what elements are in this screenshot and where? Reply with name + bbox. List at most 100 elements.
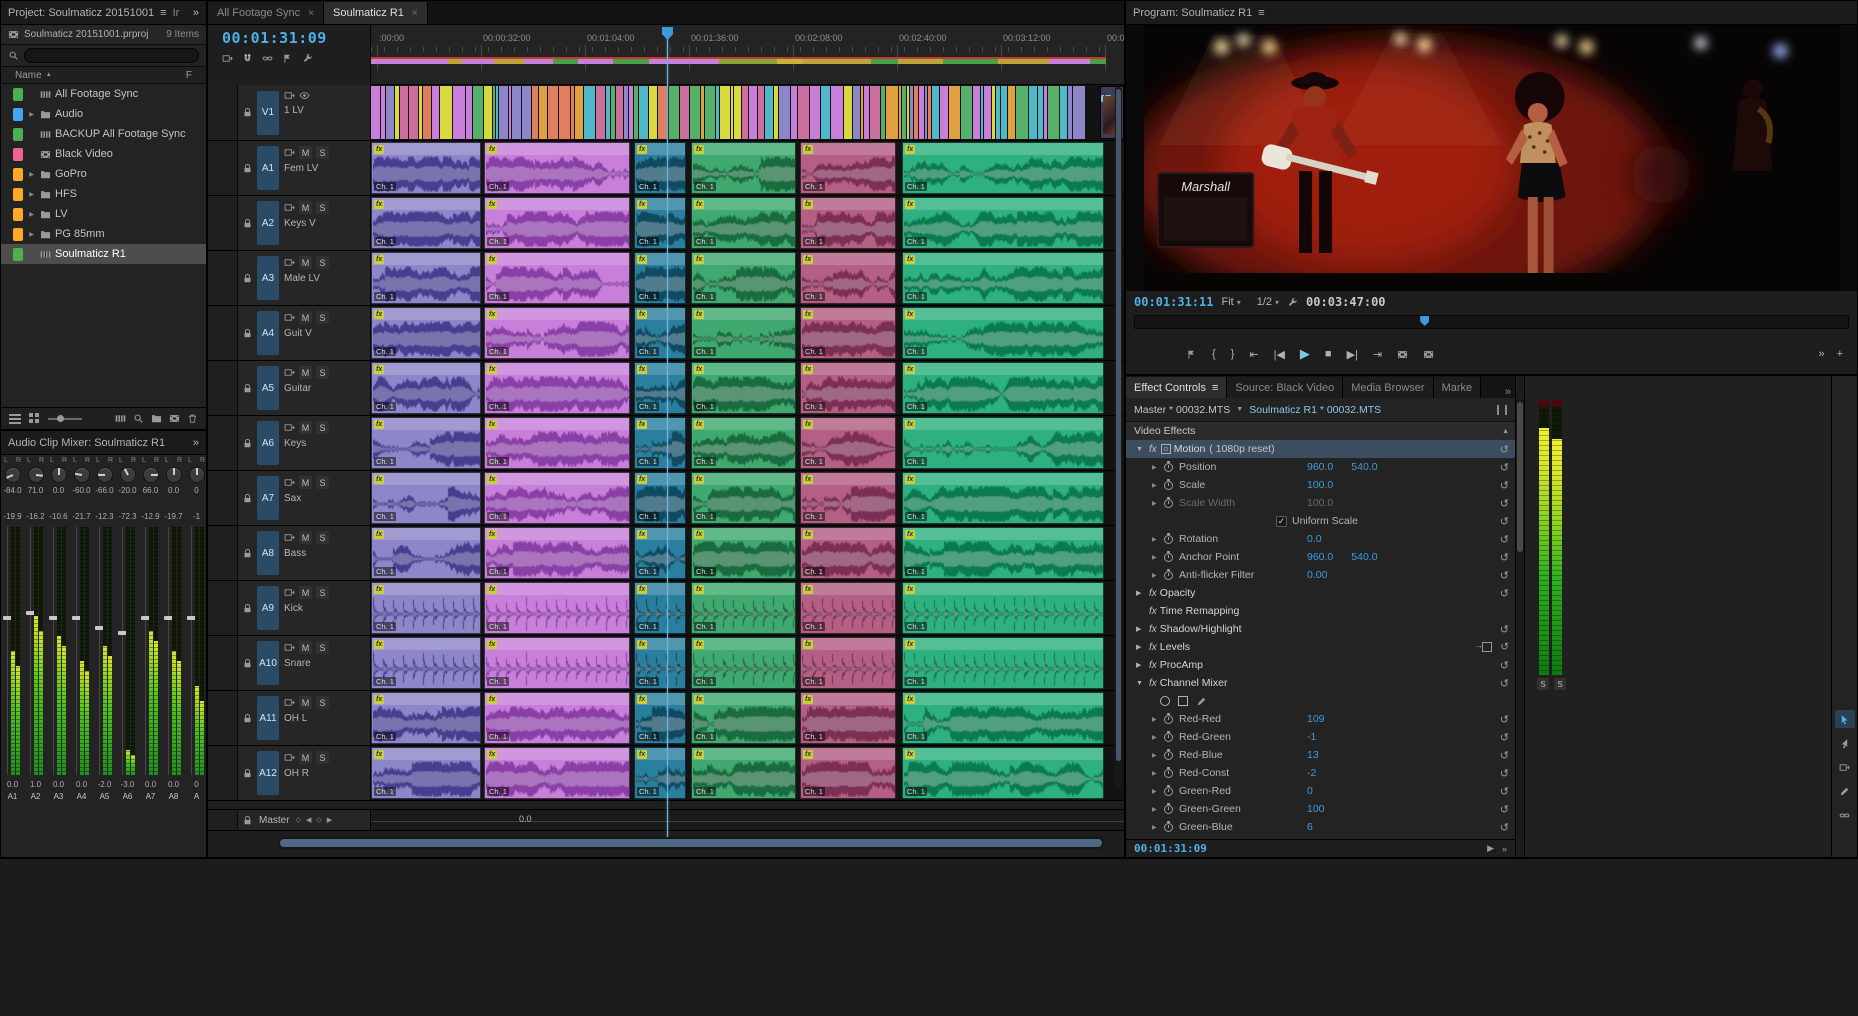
keyframe-add-icon[interactable] [296, 816, 301, 824]
effect-row[interactable]: fxLevels [1126, 638, 1515, 656]
stopwatch-icon[interactable] [1164, 823, 1173, 832]
volume-value[interactable]: 0.0 [76, 779, 87, 791]
timeline-clip[interactable]: fxCh. 1 [800, 252, 896, 304]
project-file-row[interactable]: Soulmaticz 20151001.prproj 9 Items [1, 25, 206, 45]
stop-icon[interactable] [1325, 348, 1332, 360]
timeline-clip[interactable]: fxCh. 1 [902, 472, 1104, 524]
v1-clip[interactable] [639, 86, 648, 139]
track-content[interactable]: fxCh. 1fxCh. 1fxCh. 1fxCh. 1fxCh. 1fxCh.… [371, 251, 1124, 305]
fader-area[interactable] [139, 525, 162, 777]
pan-knob[interactable] [28, 467, 44, 483]
project-item-label[interactable]: Audio [55, 108, 83, 120]
track-content[interactable]: fxCh. 1fxCh. 1fxCh. 1fxCh. 1fxCh. 1fxCh.… [371, 746, 1124, 800]
master-track-content[interactable]: 0.0 [371, 810, 1124, 830]
lock-icon[interactable] [242, 548, 253, 559]
track-id[interactable]: A9 [257, 586, 279, 630]
mask-ellipse-icon[interactable] [1160, 696, 1170, 706]
play-icon[interactable] [1300, 346, 1310, 362]
solo-button[interactable]: S [316, 421, 329, 434]
track-content[interactable]: fxCh. 1fxCh. 1fxCh. 1fxCh. 1fxCh. 1fxCh.… [371, 306, 1124, 360]
sync-lock-icon[interactable] [284, 312, 295, 323]
v1-clip[interactable] [649, 86, 657, 139]
effect-parameter-row[interactable]: Red-Red109 [1126, 710, 1515, 728]
label-color-chip[interactable] [13, 168, 23, 181]
timeline-clip[interactable]: fxCh. 1 [371, 747, 481, 799]
timeline-clip[interactable]: fxCh. 1 [800, 582, 896, 634]
timeline-ruler[interactable]: :00:0000:00:32:0000:01:04:0000:01:36:000… [371, 25, 1124, 85]
parameter-value[interactable]: 6 [1307, 821, 1313, 833]
solo-button[interactable]: S [316, 256, 329, 269]
reset-icon[interactable] [1500, 479, 1509, 492]
tab-close-icon[interactable] [412, 8, 418, 19]
keyframe-icon[interactable] [316, 816, 321, 824]
reset-icon[interactable] [1500, 821, 1509, 834]
delete-icon[interactable] [187, 413, 198, 424]
twirl-icon[interactable] [1136, 680, 1146, 687]
fx-badge[interactable]: fx [487, 750, 497, 759]
fx-badge[interactable]: fx [803, 475, 813, 484]
fx-badge[interactable]: fx [374, 640, 384, 649]
v1-clip[interactable] [914, 86, 918, 139]
fx-badge[interactable]: fx [487, 365, 497, 374]
timeline-clip[interactable]: fxCh. 1 [902, 747, 1104, 799]
fader-area[interactable] [70, 525, 93, 777]
mute-button[interactable]: M [299, 146, 312, 159]
timeline-clip[interactable]: fxCh. 1 [800, 472, 896, 524]
v1-clip[interactable] [791, 86, 797, 139]
reset-icon[interactable] [1500, 533, 1509, 546]
fx-badge[interactable]: fx [374, 310, 384, 319]
v1-clip[interactable] [1048, 86, 1059, 139]
mute-button[interactable]: M [299, 641, 312, 654]
timeline-clip[interactable]: fxCh. 1 [634, 472, 686, 524]
solo-button[interactable]: S [316, 586, 329, 599]
reset-icon[interactable] [1500, 677, 1509, 690]
v1-clip[interactable] [559, 86, 570, 139]
nest-sequence-icon[interactable] [222, 53, 233, 64]
reset-icon[interactable] [1500, 515, 1509, 528]
v1-clip[interactable] [496, 86, 498, 139]
effects-timecode[interactable]: 00:01:31:09 [1134, 842, 1207, 855]
lock-icon[interactable] [242, 815, 253, 826]
reset-icon[interactable] [1500, 659, 1509, 672]
parameter-value[interactable]: 0.0 [1307, 533, 1322, 545]
v1-clip[interactable] [928, 86, 931, 139]
pan-knob[interactable] [74, 467, 90, 483]
label-color-chip[interactable] [13, 88, 23, 101]
v1-clip[interactable] [902, 86, 906, 139]
v1-clip[interactable] [616, 86, 623, 139]
collapse-icon[interactable] [1502, 428, 1509, 435]
v1-clip[interactable] [423, 86, 431, 139]
parameter-value[interactable]: 0.00 [1307, 569, 1327, 581]
timeline-clip[interactable]: fxCh. 1 [371, 582, 481, 634]
track-content[interactable]: fxCh. 1fxCh. 1fxCh. 1fxCh. 1fxCh. 1fxCh.… [371, 526, 1124, 580]
fx-badge[interactable]: fx [374, 585, 384, 594]
track-id[interactable]: A10 [257, 641, 279, 685]
fx-badge[interactable]: fx [905, 145, 915, 154]
tab-effect-controls[interactable]: Effect Controls [1126, 377, 1227, 398]
panel-overflow-icon[interactable] [193, 7, 199, 19]
fx-badge[interactable]: fx [905, 310, 915, 319]
mask-tools-row[interactable] [1126, 692, 1515, 710]
effect-parameter-row[interactable]: Green-Red0 [1126, 782, 1515, 800]
parameter-value[interactable]: -2 [1307, 767, 1316, 779]
fx-badge[interactable]: fx [374, 420, 384, 429]
mark-in-icon[interactable] [1212, 348, 1216, 360]
program-timecode[interactable]: 00:01:31:11 [1134, 295, 1213, 309]
timeline-clip[interactable]: fxCh. 1 [691, 637, 796, 689]
scrollbar-handle[interactable] [280, 839, 1102, 847]
fx-badge[interactable]: fx [374, 475, 384, 484]
extract-icon[interactable] [1423, 349, 1434, 360]
keyframe-prev-icon[interactable] [306, 816, 311, 824]
reset-icon[interactable] [1500, 587, 1509, 600]
fx-badge[interactable]: fx [637, 310, 647, 319]
timeline-clip[interactable]: fxCh. 1 [691, 527, 796, 579]
pan-value[interactable]: -20.0 [118, 485, 136, 497]
timeline-clip[interactable]: fxCh. 1 [484, 252, 630, 304]
project-partial-tab[interactable]: Ir [173, 7, 180, 19]
program-panel-title[interactable]: Program: Soulmaticz R1 [1133, 7, 1252, 19]
mute-button[interactable]: M [299, 531, 312, 544]
v1-clip[interactable] [493, 86, 495, 139]
twirl-icon[interactable] [1152, 788, 1162, 795]
solo-right-button[interactable]: S [1554, 678, 1566, 690]
project-row[interactable]: HFS [1, 184, 206, 204]
